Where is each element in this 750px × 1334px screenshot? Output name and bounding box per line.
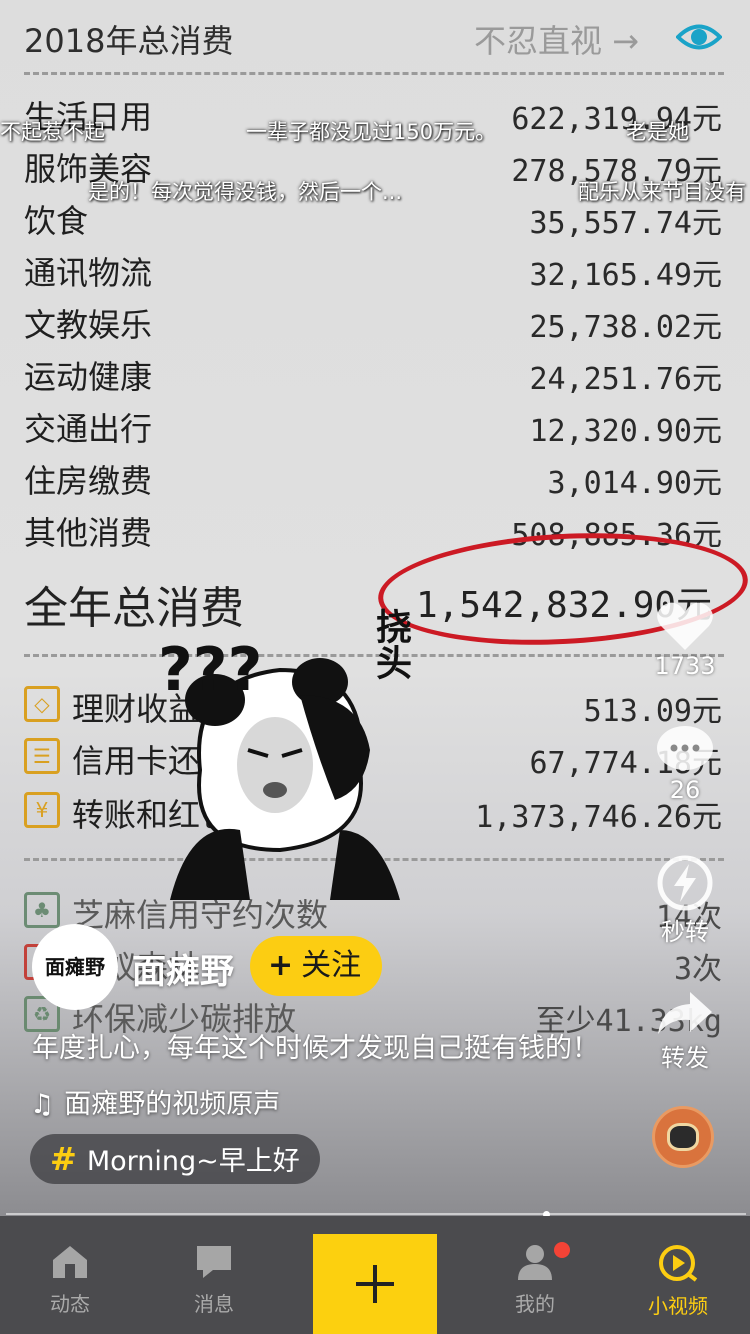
- report-row: 住房缴费 3,014.90元: [24, 462, 722, 501]
- tab-messages[interactable]: 消息: [154, 1216, 274, 1334]
- music-note-icon: ♫: [30, 1089, 55, 1120]
- quick-repost-button[interactable]: 秒转: [650, 854, 720, 947]
- video-caption: 年度扎心，每年这个时候才发现自己挺有钱的！: [32, 1033, 599, 1064]
- quick-repost-label: 秒转: [661, 918, 709, 946]
- finance-icon: ◇: [24, 686, 60, 722]
- tab-profile[interactable]: 我的: [475, 1216, 595, 1334]
- tab-short-video[interactable]: 小视频: [618, 1216, 738, 1334]
- credit-card-icon: ☰: [24, 738, 60, 774]
- video-player[interactable]: 2018年总消费 不忍直视 → 生活日用 622,319.94元 服饰美容 278,…: [0, 0, 750, 1216]
- danmu-comment: 一辈子都没见过150万元。: [246, 120, 497, 144]
- danmu-comment: 是的！每次觉得没钱，然后一个...: [88, 180, 403, 204]
- comment-count: 26: [669, 776, 701, 804]
- follow-button[interactable]: + 关注: [250, 936, 382, 996]
- sticker-caption: 挠头: [370, 608, 411, 680]
- tab-dynamic[interactable]: 动态: [10, 1216, 130, 1334]
- disc-icon: [667, 1123, 699, 1151]
- eye-icon: [676, 24, 722, 50]
- music-link[interactable]: ♫ 面瘫野的视频原声: [30, 1082, 280, 1121]
- like-button[interactable]: 1733: [650, 600, 720, 680]
- lightning-icon: [657, 855, 713, 911]
- hashtag-icon: #: [50, 1140, 77, 1178]
- video-progress-bar[interactable]: [6, 1213, 746, 1215]
- plus-icon: +: [268, 948, 294, 983]
- report-title: 2018年总消费: [24, 22, 234, 60]
- repost-label: 转发: [661, 1044, 709, 1072]
- danmu-comment: 不起惹不起: [0, 120, 105, 144]
- report-row: 交通出行 12,320.90元: [24, 410, 722, 449]
- sesame-icon: ♣: [24, 892, 60, 928]
- share-arrow-icon: [658, 992, 712, 1034]
- username[interactable]: 面瘫野: [132, 944, 234, 993]
- avatar[interactable]: 面瘫野: [32, 924, 118, 1010]
- report-row: 文教娱乐 25,738.02元: [24, 306, 722, 345]
- like-count: 1733: [654, 652, 716, 680]
- transfer-icon: ¥: [24, 792, 60, 828]
- profile-icon: [518, 1245, 552, 1280]
- comment-button[interactable]: 26: [650, 724, 720, 804]
- divider: [24, 72, 724, 75]
- heart-icon: [657, 602, 713, 650]
- notification-badge: [554, 1242, 570, 1258]
- comment-icon: [657, 726, 713, 770]
- repost-button[interactable]: 转发: [650, 988, 720, 1073]
- svg-text:???: ???: [158, 635, 262, 705]
- report-row: 通讯物流 32,165.49元: [24, 254, 722, 293]
- topic-tag[interactable]: # Morning~早上好: [30, 1134, 320, 1184]
- report-link: 不忍直视 →: [474, 22, 639, 60]
- danmu-comment: 老是她: [626, 120, 689, 144]
- publish-button[interactable]: [313, 1234, 437, 1334]
- home-icon: [53, 1246, 87, 1278]
- music-disc[interactable]: [652, 1106, 714, 1168]
- video-icon: [659, 1245, 698, 1282]
- report-row: 运动健康 24,251.76元: [24, 358, 722, 397]
- message-icon: [197, 1246, 231, 1278]
- danmu-comment: 配乐从来节目没有: [578, 180, 746, 204]
